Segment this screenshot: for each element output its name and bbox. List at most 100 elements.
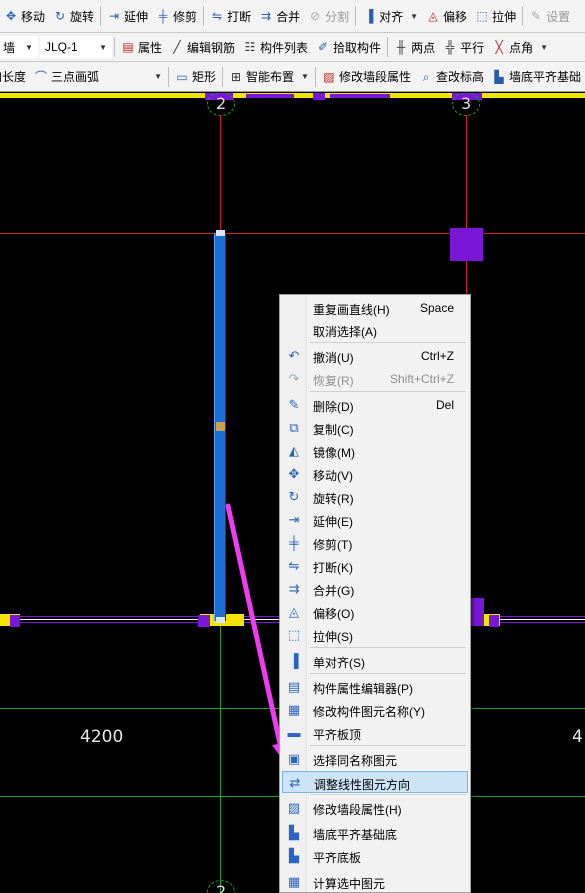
settings-button[interactable]: ✎ 设置 (525, 5, 574, 27)
menu-item-label: 撤消(U) (313, 351, 354, 365)
menu-item[interactable]: ⇥ 延伸(E) (282, 509, 468, 531)
wall-segment-icon: ▨ (323, 69, 335, 84)
add-length-button[interactable]: 加长度 (0, 66, 30, 88)
toolbar-separator (387, 37, 389, 57)
parallel-button[interactable]: ╬ 平行 (439, 36, 488, 58)
menu-item[interactable]: ↷ 恢复(R) Shift+Ctrl+Z (282, 368, 468, 390)
menu-item-label: 移动(V) (313, 469, 353, 483)
draw-mode-select[interactable]: ⌒ 三点画弧 ▼ (30, 65, 167, 88)
menu-item[interactable]: ▐ 单对齐(S) (282, 650, 468, 672)
break-icon: ⇋ (212, 9, 223, 23)
toolbar-separator (168, 66, 170, 87)
menu-item-label: 打断(K) (313, 561, 353, 575)
merge-button[interactable]: ⇉ 合并 (255, 5, 304, 27)
menu-separator (310, 673, 466, 674)
menu-item[interactable]: ▦ 计算选中图元 (282, 871, 468, 892)
magnifier-icon: ⌕ (422, 69, 430, 84)
two-points-button[interactable]: ╫ 两点 (390, 36, 439, 58)
menu-item-shortcut: Ctrl+Z (421, 349, 454, 363)
menu-item-label: 构件属性编辑器(P) (313, 682, 413, 696)
extend-icon: ⇥ (109, 9, 120, 23)
chevron-down-icon: ▼ (410, 11, 419, 21)
extend-button[interactable]: ⇥ 延伸 (103, 5, 152, 27)
menu-item[interactable]: ▬ 平齐板顶 (282, 722, 468, 744)
chevron-down-icon: ▼ (301, 72, 309, 81)
list-icon: ☷ (244, 40, 256, 54)
menu-item[interactable]: 重复画直线(H) Space (282, 297, 468, 319)
menu-item-label: 修改构件图元名称(Y) (313, 705, 425, 719)
menu-item-label: 平齐板顶 (313, 728, 362, 742)
menu-separator (310, 745, 466, 746)
menu-item[interactable]: ◭ 镜像(M) (282, 440, 468, 462)
undo-icon: ↶ (288, 348, 300, 363)
trim-button[interactable]: ╪ 修剪 (152, 5, 201, 27)
menu-item[interactable]: ▨ 修改墙段属性(H) (282, 797, 468, 819)
chevron-down-icon: ▼ (154, 72, 163, 81)
menu-item[interactable]: ▙ 墙底平齐基础底 (282, 822, 468, 844)
menu-item[interactable]: ⇄ 调整线性图元方向 (282, 771, 468, 793)
edit-rebar-button[interactable]: ╱ 编辑钢筋 (166, 36, 239, 58)
component-toolbar: 墙 ▼ JLQ-1 ▼ ▤ 属性 ╱ 编辑钢筋 ☷ 构件列表 ✐ 拾取构件 ╫ 两点 ╬ 平行 … (0, 33, 585, 62)
menu-item-label: 平齐底板 (313, 851, 362, 865)
wall-segment-icon: ▨ (287, 800, 301, 815)
menu-item[interactable]: ▣ 选择同名称图元 (282, 748, 468, 770)
two-points-icon: ╫ (396, 40, 406, 54)
smart-layout-icon: ⊞ (231, 69, 242, 84)
menu-item[interactable]: ╪ 修剪(T) (282, 532, 468, 554)
menu-item-label: 调整线性图元方向 (314, 778, 411, 792)
rotate-icon: ↻ (54, 9, 66, 23)
point-angle-button[interactable]: ╳ 点角 ▼ (488, 36, 552, 58)
offset-button[interactable]: ◬ 偏移 (422, 5, 471, 27)
menu-separator (310, 794, 466, 795)
menu-item-shortcut: Del (435, 398, 454, 412)
chevron-down-icon: ▼ (25, 42, 33, 52)
wall-bottom-align-button[interactable]: ▙ 墙底平齐基础 (488, 66, 585, 88)
calculate-icon: ▦ (287, 874, 301, 889)
modify-wall-segment-button[interactable]: ▨ 修改墙段属性 (318, 66, 415, 88)
move-button[interactable]: ✥ 移动 (0, 5, 49, 27)
menu-item[interactable]: ✎ 删除(D) Del (282, 394, 468, 416)
component-list-button[interactable]: ☷ 构件列表 (239, 36, 312, 58)
menu-item[interactable]: 取消选择(A) (282, 319, 468, 341)
edit-toolbar: ✥ 移动 ↻ 旋转 ⇥ 延伸 ╪ 修剪 ⇋ 打断 ⇉ 合并 ⊘ 分割 ▐ 对齐 ▼ ◬ 偏移 ⬚ 拉伸… (0, 0, 585, 33)
pick-icon: ✐ (318, 40, 329, 54)
offset-icon: ◬ (428, 9, 438, 23)
menu-item[interactable]: ↶ 撤消(U) Ctrl+Z (282, 345, 468, 367)
redo-icon: ↷ (288, 371, 300, 386)
stretch-button[interactable]: ⬚ 拉伸 (471, 5, 520, 27)
category-select[interactable]: 墙 ▼ (0, 36, 38, 58)
menu-item-label: 恢复(R) (313, 374, 354, 388)
menu-item[interactable]: ⧉ 复制(C) (282, 417, 468, 439)
base-slab-icon: ▙ (289, 848, 299, 863)
move-icon: ✥ (288, 466, 300, 481)
menu-item-label: 复制(C) (313, 423, 354, 437)
menu-item[interactable]: ▤ 构件属性编辑器(P) (282, 676, 468, 698)
menu-item[interactable]: ⬚ 拉伸(S) (282, 624, 468, 646)
break-button[interactable]: ⇋ 打断 (206, 5, 255, 27)
menu-item[interactable]: ⇉ 合并(G) (282, 578, 468, 600)
align-button[interactable]: ▐ 对齐 ▼ (358, 5, 422, 27)
split-button[interactable]: ⊘ 分割 (304, 5, 353, 27)
properties-button[interactable]: ▤ 属性 (117, 36, 166, 58)
menu-item[interactable]: ✥ 移动(V) (282, 463, 468, 485)
menu-item[interactable]: ⇋ 打断(K) (282, 555, 468, 577)
rotate-button[interactable]: ↻ 旋转 (49, 5, 98, 27)
pen-icon: ✎ (531, 9, 542, 23)
draw-toolbar: 加长度 ⌒三点画弧▼ ▭矩形 ⊞智能布置▼ ▨修改墙段属性 ⌕查改标高 ▙墙底平… (0, 62, 585, 92)
split-icon: ⊘ (310, 9, 321, 23)
slab-top-icon: ▬ (287, 725, 301, 740)
menu-item[interactable]: ▦ 修改构件图元名称(Y) (282, 699, 468, 721)
rectangle-button[interactable]: ▭ 矩形 (171, 66, 220, 88)
swap-direction-icon: ⇄ (289, 775, 301, 790)
menu-separator (310, 647, 466, 648)
menu-item[interactable]: ↻ 旋转(R) (282, 486, 468, 508)
smart-layout-button[interactable]: ⊞ 智能布置 ▼ (225, 66, 313, 88)
component-select[interactable]: JLQ-1 ▼ (40, 36, 112, 58)
properties-icon: ▤ (122, 40, 134, 54)
menu-item-shortcut: Shift+Ctrl+Z (389, 372, 454, 386)
trim-icon: ╪ (158, 9, 168, 23)
change-elevation-button[interactable]: ⌕ 查改标高 (415, 66, 488, 88)
pick-component-button[interactable]: ✐ 拾取构件 (312, 36, 385, 58)
menu-item[interactable]: ▙ 平齐底板 (282, 845, 468, 867)
menu-item[interactable]: ◬ 偏移(O) (282, 601, 468, 623)
